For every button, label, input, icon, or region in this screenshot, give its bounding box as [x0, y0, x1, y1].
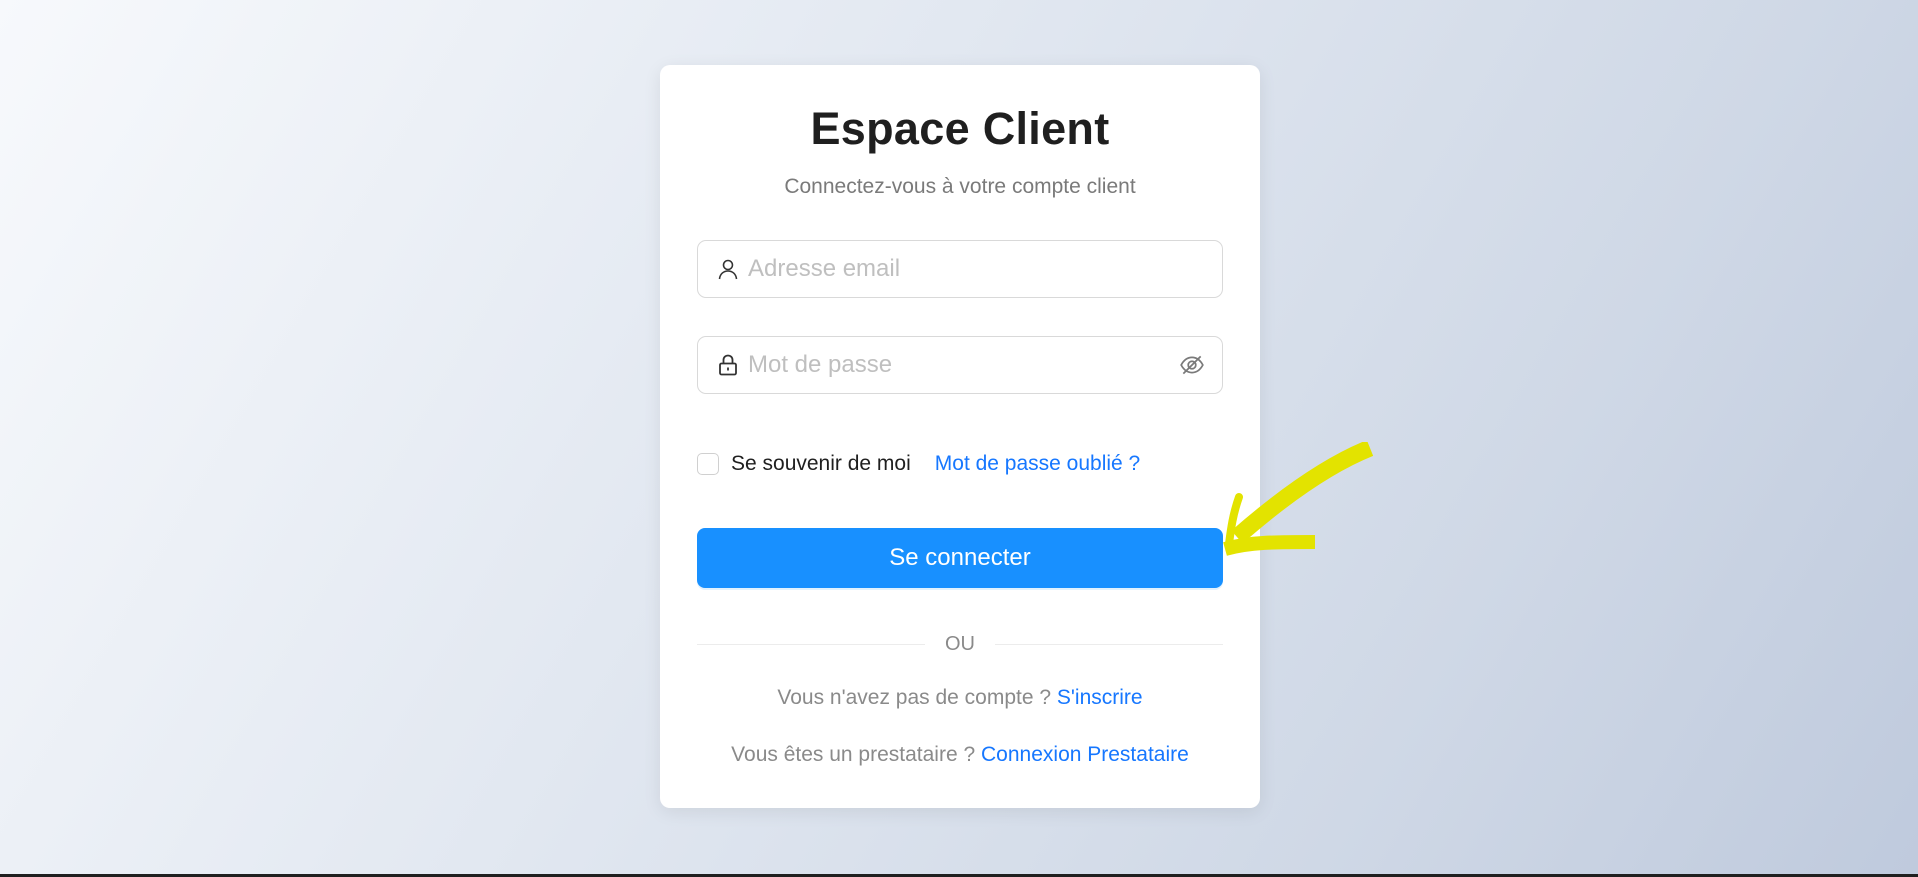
divider-line-right: [995, 643, 1223, 645]
remember-row: Se souvenir de moi Mot de passe oublié ?: [697, 449, 1140, 479]
register-link[interactable]: S'inscrire: [1057, 686, 1143, 709]
provider-row: Vous êtes un prestataire ? Connexion Pre…: [660, 743, 1260, 767]
forgot-password-link[interactable]: Mot de passe oublié ?: [935, 452, 1140, 476]
email-field[interactable]: [697, 240, 1223, 298]
lock-icon: [719, 354, 737, 376]
password-field[interactable]: [697, 336, 1223, 394]
page-subtitle: Connectez-vous à votre compte client: [784, 175, 1136, 198]
user-icon: [718, 259, 738, 280]
divider-line-left: [697, 643, 925, 645]
or-divider: OU: [697, 629, 1223, 659]
provider-login-link[interactable]: Connexion Prestataire: [981, 743, 1189, 766]
register-row: Vous n'avez pas de compte ? S'inscrire: [660, 686, 1260, 710]
eye-off-icon[interactable]: [1179, 352, 1205, 378]
email-input[interactable]: [748, 241, 1222, 297]
register-prompt: Vous n'avez pas de compte ?: [777, 686, 1052, 709]
provider-prompt: Vous êtes un prestataire ?: [731, 743, 976, 766]
divider-text: OU: [945, 632, 975, 655]
login-button[interactable]: Se connecter: [697, 528, 1223, 588]
password-input[interactable]: [748, 337, 1179, 393]
page-title: Espace Client: [810, 103, 1110, 154]
remember-checkbox[interactable]: [697, 453, 719, 475]
remember-label[interactable]: Se souvenir de moi: [731, 452, 911, 476]
login-card: Espace Client Connectez-vous à votre com…: [660, 65, 1260, 808]
